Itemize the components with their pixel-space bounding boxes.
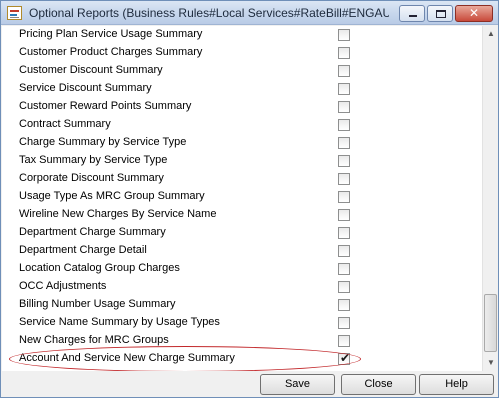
report-row[interactable]: Pricing Plan Service Usage Summary xyxy=(2,26,482,44)
report-label: Charge Summary by Service Type xyxy=(19,136,187,148)
report-row[interactable]: Customer Reward Points Summary xyxy=(2,98,482,116)
report-row[interactable]: Charge Summary by Service Type xyxy=(2,134,482,152)
report-checkbox[interactable] xyxy=(338,47,350,59)
report-row[interactable]: Customer Product Charges Summary xyxy=(2,44,482,62)
report-label: Billing Number Usage Summary xyxy=(19,298,176,310)
report-label: Customer Product Charges Summary xyxy=(19,46,203,58)
report-row[interactable]: Wireline New Charges By Service Name xyxy=(2,206,482,224)
help-button[interactable]: Help xyxy=(419,374,494,395)
close-icon: ✕ xyxy=(468,6,480,20)
report-row[interactable]: Usage Type As MRC Group Summary xyxy=(2,188,482,206)
report-checkbox[interactable] xyxy=(338,227,350,239)
minimize-button[interactable] xyxy=(399,5,425,22)
report-checkbox[interactable] xyxy=(338,101,350,113)
report-row[interactable]: Tax Summary by Service Type xyxy=(2,152,482,170)
report-label: Pricing Plan Service Usage Summary xyxy=(19,28,203,40)
report-label: Customer Reward Points Summary xyxy=(19,100,192,112)
close-button[interactable]: Close xyxy=(341,374,416,395)
report-label: Service Name Summary by Usage Types xyxy=(19,316,220,328)
report-label: Tax Summary by Service Type xyxy=(19,154,168,166)
report-row[interactable]: Department Charge Detail xyxy=(2,242,482,260)
report-label: Service Discount Summary xyxy=(19,82,152,94)
report-checkbox[interactable] xyxy=(338,29,350,41)
report-row[interactable]: Department Charge Summary xyxy=(2,224,482,242)
report-checkbox[interactable] xyxy=(338,83,350,95)
maximize-button[interactable] xyxy=(427,5,453,22)
minimize-icon xyxy=(409,15,417,17)
report-label: Wireline New Charges By Service Name xyxy=(19,208,217,220)
report-row[interactable]: Billing Number Usage Summary xyxy=(2,296,482,314)
report-checkbox[interactable] xyxy=(338,155,350,167)
report-checkbox[interactable] xyxy=(338,317,350,329)
report-list: Pricing Plan Service Usage Summary Custom… xyxy=(2,26,482,371)
title-bar[interactable]: Optional Reports (Business Rules#Local S… xyxy=(1,1,498,25)
save-button[interactable]: Save xyxy=(260,374,335,395)
report-label: Corporate Discount Summary xyxy=(19,172,164,184)
report-label: New Charges for MRC Groups xyxy=(19,334,169,346)
report-checkbox[interactable] xyxy=(338,65,350,77)
window-title: Optional Reports (Business Rules#Local S… xyxy=(29,6,389,20)
report-icon xyxy=(7,6,22,20)
report-label: Department Charge Summary xyxy=(19,226,166,238)
report-checkbox[interactable] xyxy=(338,191,350,203)
report-label: Location Catalog Group Charges xyxy=(19,262,180,274)
report-label: Usage Type As MRC Group Summary xyxy=(19,190,205,202)
report-label: Department Charge Detail xyxy=(19,244,147,256)
report-checkbox[interactable] xyxy=(338,245,350,257)
scroll-thumb[interactable] xyxy=(484,294,497,352)
highlight-annotation xyxy=(9,346,361,372)
report-checkbox[interactable] xyxy=(338,137,350,149)
report-label: Customer Discount Summary xyxy=(19,64,163,76)
report-row[interactable]: Service Name Summary by Usage Types xyxy=(2,314,482,332)
optional-reports-window: Optional Reports (Business Rules#Local S… xyxy=(0,0,499,398)
report-row[interactable]: Contract Summary xyxy=(2,116,482,134)
footer-bar: Save Close Help xyxy=(1,371,498,397)
report-checkbox[interactable] xyxy=(338,209,350,221)
report-row[interactable]: Customer Discount Summary xyxy=(2,62,482,80)
report-row[interactable]: Service Discount Summary xyxy=(2,80,482,98)
report-checkbox[interactable] xyxy=(338,299,350,311)
scroll-up-icon[interactable]: ▲ xyxy=(483,26,499,42)
report-checkbox[interactable] xyxy=(338,263,350,275)
report-checkbox[interactable] xyxy=(338,119,350,131)
maximize-icon xyxy=(436,10,446,18)
vertical-scrollbar[interactable]: ▲ ▼ xyxy=(482,26,498,371)
close-window-button[interactable]: ✕ xyxy=(455,5,493,22)
report-label: Contract Summary xyxy=(19,118,111,130)
report-label: OCC Adjustments xyxy=(19,280,107,292)
scroll-down-icon[interactable]: ▼ xyxy=(483,355,499,371)
report-checkbox[interactable] xyxy=(338,281,350,293)
report-checkbox[interactable] xyxy=(338,335,350,347)
report-row[interactable]: Corporate Discount Summary xyxy=(2,170,482,188)
report-row[interactable]: OCC Adjustments xyxy=(2,278,482,296)
report-row[interactable]: Location Catalog Group Charges xyxy=(2,260,482,278)
report-checkbox[interactable] xyxy=(338,173,350,185)
